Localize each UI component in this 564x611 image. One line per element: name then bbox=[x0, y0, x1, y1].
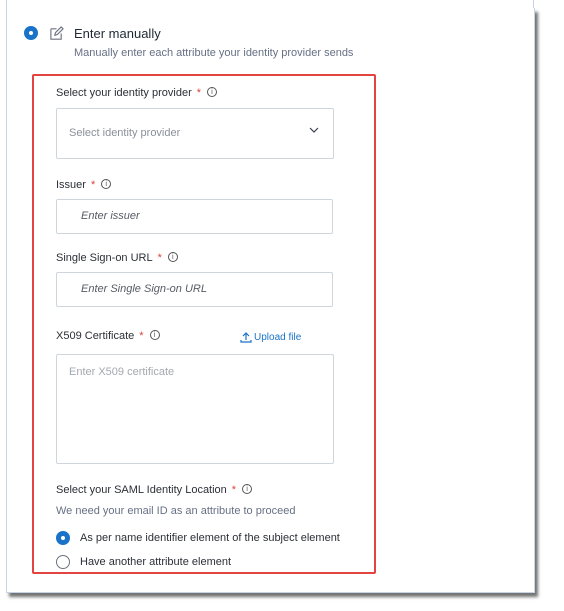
identity-provider-placeholder: Select identity provider bbox=[69, 127, 181, 139]
certificate-placeholder: Enter X509 certificate bbox=[69, 366, 175, 378]
panel-edge-right bbox=[533, 0, 534, 8]
required-marker: * bbox=[157, 252, 162, 264]
upload-icon bbox=[240, 332, 252, 343]
name-identifier-radio[interactable] bbox=[56, 531, 70, 545]
info-icon[interactable]: i bbox=[167, 252, 178, 262]
issuer-label-text: Issuer bbox=[56, 179, 86, 191]
info-icon[interactable]: i bbox=[149, 330, 160, 340]
upload-file-link[interactable]: Upload file bbox=[240, 331, 301, 343]
certificate-label: X509 Certificate * i bbox=[56, 330, 160, 342]
sso-url-label: Single Sign-on URL * i bbox=[56, 252, 178, 264]
identity-provider-label-text: Select your identity provider bbox=[56, 87, 192, 99]
info-icon[interactable]: i bbox=[207, 87, 218, 97]
another-attribute-label[interactable]: Have another attribute element bbox=[80, 556, 231, 568]
certificate-textarea[interactable]: Enter X509 certificate bbox=[56, 354, 334, 464]
saml-location-hint: We need your email ID as an attribute to… bbox=[56, 505, 296, 517]
issuer-label: Issuer * i bbox=[56, 179, 112, 191]
required-marker: * bbox=[196, 87, 202, 99]
enter-manually-radio[interactable] bbox=[24, 26, 38, 40]
certificate-label-text: X509 Certificate bbox=[56, 330, 135, 342]
option-title: Enter manually bbox=[74, 26, 161, 41]
sso-url-placeholder: Enter Single Sign-on URL bbox=[81, 283, 207, 295]
info-icon[interactable]: i bbox=[242, 484, 253, 494]
info-icon[interactable]: i bbox=[101, 179, 112, 189]
chevron-down-icon bbox=[309, 127, 319, 133]
issuer-input[interactable]: Enter issuer bbox=[56, 199, 333, 234]
upload-file-label: Upload file bbox=[254, 331, 302, 343]
required-marker: * bbox=[231, 484, 237, 496]
sso-url-input[interactable]: Enter Single Sign-on URL bbox=[56, 272, 333, 307]
issuer-placeholder: Enter issuer bbox=[81, 210, 140, 222]
sso-url-label-text: Single Sign-on URL bbox=[56, 252, 153, 264]
edit-icon bbox=[50, 26, 64, 40]
name-identifier-label[interactable]: As per name identifier element of the su… bbox=[80, 532, 340, 544]
identity-provider-select[interactable]: Select identity provider bbox=[56, 108, 334, 159]
required-marker: * bbox=[90, 179, 96, 191]
another-attribute-radio[interactable] bbox=[56, 555, 70, 569]
identity-provider-label: Select your identity provider * i bbox=[56, 87, 218, 99]
saml-location-label: Select your SAML Identity Location * i bbox=[56, 484, 253, 496]
saml-location-label-text: Select your SAML Identity Location bbox=[56, 484, 227, 496]
option-subtitle: Manually enter each attribute your ident… bbox=[74, 47, 354, 59]
required-marker: * bbox=[139, 330, 144, 342]
panel-edge-left bbox=[6, 0, 7, 8]
